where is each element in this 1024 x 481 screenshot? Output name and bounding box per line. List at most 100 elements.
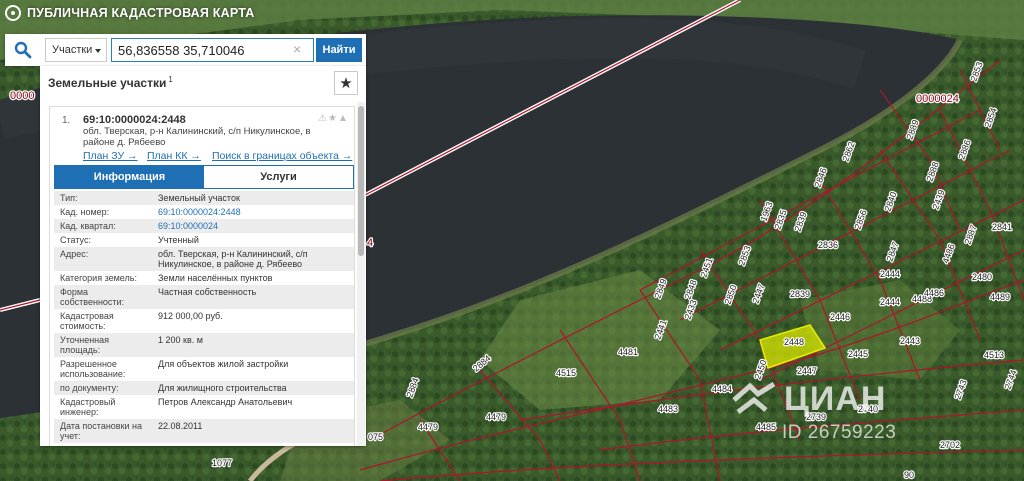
plot-number-label: 4479 [418, 422, 438, 432]
plot-number-label: 90 [904, 470, 914, 480]
info-key: Статус: [60, 235, 91, 245]
result-card[interactable]: 1. 69:10:0000024:2448 обл. Тверская, р-н… [49, 106, 355, 446]
info-key: Категория земель: [60, 273, 137, 283]
info-key: Тип: [54, 191, 152, 205]
info-key: Форма собственности: [54, 285, 152, 309]
info-key: Разрешенное использование: [60, 359, 126, 379]
info-row: Адрес: обл. Тверская, р-н Калининский, с/… [54, 247, 354, 271]
info-key: Кад. номер: [60, 207, 110, 217]
tab-info[interactable]: Информация [55, 166, 204, 188]
info-value[interactable]: 69:10:0000024 [152, 219, 354, 233]
info-value: обл. Тверская, р-н Калининский, с/п Нику… [152, 247, 354, 271]
search-type-select[interactable]: Участки [45, 38, 107, 62]
search-in-bounds-link[interactable]: Поиск в границах объекта → [212, 150, 352, 162]
info-value: Земли населённых пунктов [158, 273, 273, 283]
plot-number-label: 2446 [830, 312, 850, 322]
triangle-up-icon[interactable]: ▲ [338, 113, 349, 124]
info-value-link[interactable]: 69:10:0000024 [158, 221, 218, 231]
plot-number-label: 4483 [658, 404, 678, 414]
find-button[interactable]: Найти [316, 38, 362, 62]
info-key: Адрес: [54, 247, 152, 271]
scrollbar-thumb[interactable] [358, 106, 364, 256]
info-row: Статус: Учтенный [54, 233, 354, 247]
result-cad-number[interactable]: 69:10:0000024:2448 [83, 114, 186, 126]
info-key: Кадастровая стоимость: [60, 311, 114, 331]
info-row: Дата постановки на учет: 22.08.2011 [54, 419, 354, 443]
info-value: Частная собственность [152, 285, 354, 309]
plot-number-label: 2702 [940, 440, 960, 450]
info-row: Кадастровый инженер: Петров Александр Ана… [54, 395, 354, 419]
watermark-logo-icon [730, 382, 778, 418]
plot-number-label: 4481 [618, 347, 638, 357]
info-key: Дата постановки на учет: [54, 419, 152, 443]
warning-icon[interactable]: ⚠ [318, 113, 328, 124]
search-type-value: Участки [52, 44, 93, 56]
clear-icon[interactable]: × [293, 41, 301, 57]
info-row: Кад. номер: 69:10:0000024:2448 [54, 205, 354, 219]
info-row: Форма собственности: Частная собственност… [54, 285, 354, 309]
info-value: Учтенный [158, 235, 199, 245]
quarter-label: 0000 [10, 90, 34, 102]
result-tabs: Информация Услуги [54, 165, 354, 189]
plot-number-label: 2447 [797, 366, 817, 376]
search-bar: Участки × Найти [5, 34, 366, 66]
info-value: 22.08.2011 [152, 419, 354, 443]
info-key: по документу: [54, 381, 152, 395]
info-row: Уточненная площадь: 1 200 кв. м [54, 333, 354, 357]
watermark-id: ID 26759223 [782, 422, 897, 443]
star-icon: ★ [339, 75, 353, 92]
result-address: обл. Тверская, р-н Калининский, с/п Нику… [83, 126, 311, 148]
card-actions: ⚠★▲ [318, 113, 349, 124]
search-input[interactable] [111, 38, 314, 62]
result-index: 1. [62, 115, 71, 126]
info-value[interactable]: 69:10:0000024:2448 [152, 205, 354, 219]
info-value: 912 000,00 руб. [158, 311, 223, 321]
app-header: ПУБЛИЧНАЯ КАДАСТРОВАЯ КАРТА [0, 0, 254, 26]
info-key: Уточненная площадь: [54, 333, 152, 357]
results-panel: Земельные участки 1 ★ 1. 69:10:0000024:24… [40, 66, 366, 446]
info-row: Тип: Земельный участок [54, 191, 354, 205]
info-value: Для объектов жилой застройки [158, 359, 289, 369]
watermark-brand: ЦИАН [784, 380, 887, 418]
search-toggle-button[interactable] [5, 34, 41, 66]
info-key: Кад. квартал: [54, 219, 152, 233]
info-row: Разрешенное использование: Для объектов ж… [54, 357, 354, 381]
info-value: 1 200 кв. м [152, 333, 354, 357]
quarter-label: 4 [367, 237, 373, 249]
info-value-link[interactable]: 69:10:0000024:2448 [158, 207, 241, 217]
plot-number-label: 075 [368, 432, 383, 442]
plot-number-label: 4515 [556, 368, 576, 378]
watermark: ЦИАН ID 26759223 [730, 380, 930, 450]
plot-number-label: 4486 [924, 288, 944, 298]
panel-scrollbar[interactable] [357, 102, 365, 446]
plan-zu-link[interactable]: План ЗУ → [83, 150, 138, 162]
info-row: по документу: Для жилищного строительства [54, 381, 354, 395]
info-row: Кад. квартал: 69:10:0000024 [54, 219, 354, 233]
plot-number-label: 2836 [818, 240, 838, 250]
info-table: Тип: Земельный участок Кад. номер: 69:10:00… [54, 191, 354, 443]
star-icon[interactable]: ★ [328, 113, 338, 124]
plot-number-label: 2839 [790, 289, 810, 299]
info-row: Категория земель: Земли населённых пункто… [54, 271, 354, 285]
favorite-star-button[interactable]: ★ [334, 71, 358, 95]
plot-number-label: 2841 [992, 222, 1012, 232]
tab-services[interactable]: Услуги [204, 166, 353, 188]
chevron-down-icon [95, 49, 101, 53]
plot-number-label: 4513 [984, 350, 1004, 360]
panel-title-text: Земельные участки [48, 76, 167, 90]
info-value: Петров Александр Анатольевич [158, 397, 293, 407]
info-key: Кадастровый инженер: [60, 397, 116, 417]
info-value: Для жилищного строительства [152, 381, 354, 395]
app-logo-icon[interactable] [5, 5, 21, 21]
plot-number-label: 4479 [486, 412, 506, 422]
plan-kk-link[interactable]: План КК → [147, 150, 201, 162]
info-row: Кадастровая стоимость: 912 000,00 руб. [54, 309, 354, 333]
highlighted-plot-label: 2448 [784, 337, 804, 347]
app-title: ПУБЛИЧНАЯ КАДАСТРОВАЯ КАРТА [27, 6, 255, 20]
plot-number-label: 1077 [212, 458, 232, 468]
plot-number-label: 2444 [880, 297, 900, 307]
plot-number-label: 2444 [880, 269, 900, 279]
plot-number-label: 2480 [972, 272, 992, 282]
quarter-label: 0000024 [916, 93, 959, 105]
plot-number-label: 4489 [990, 292, 1010, 302]
